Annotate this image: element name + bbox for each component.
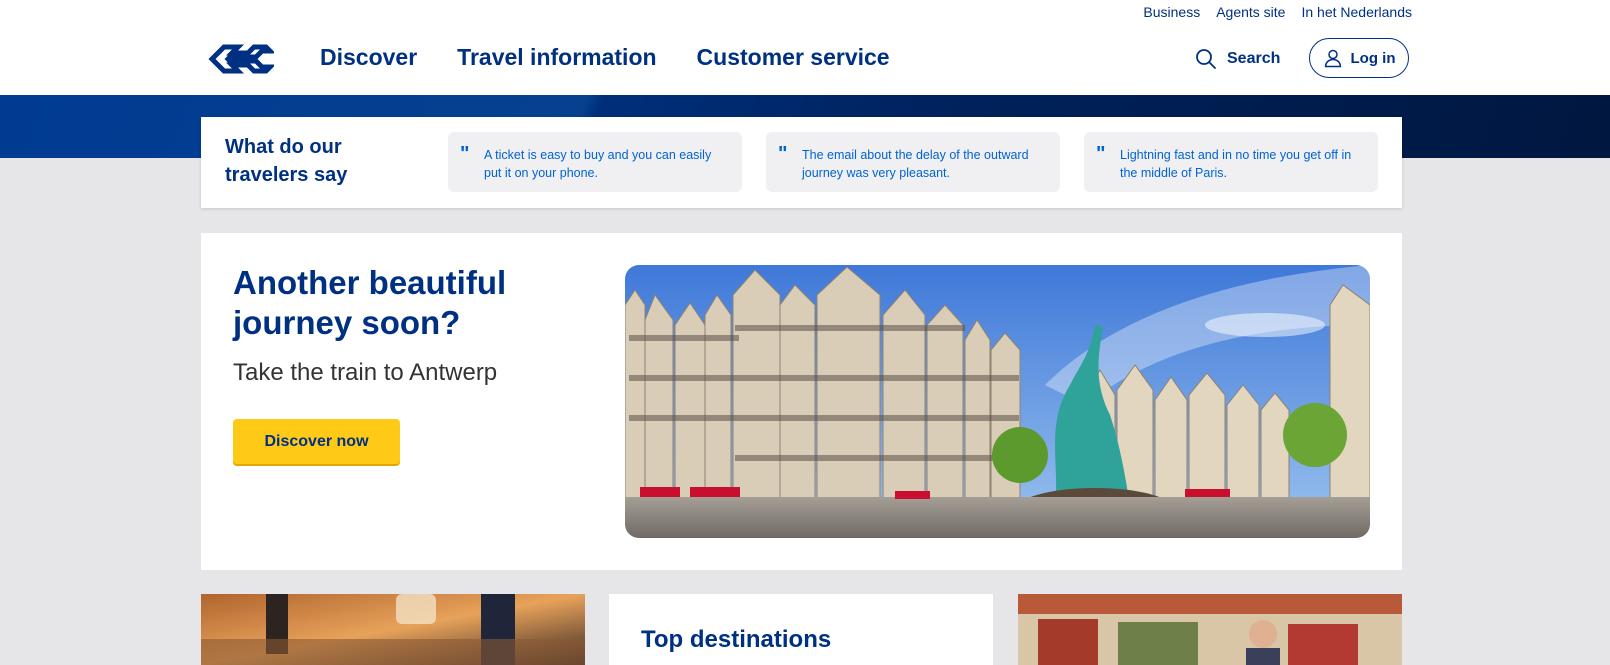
discover-now-button[interactable]: Discover now (233, 419, 400, 464)
review-text: A ticket is easy to buy and you can easi… (484, 148, 712, 180)
review-quote: " The email about the delay of the outwa… (766, 132, 1060, 192)
nav-discover[interactable]: Discover (320, 44, 417, 71)
review-text: Lightning fast and in no time you get of… (1120, 148, 1352, 180)
market-photo-tile[interactable] (1018, 594, 1402, 665)
quote-icon: " (778, 143, 788, 165)
market-photo (1018, 594, 1402, 665)
quote-icon: " (1096, 143, 1106, 165)
promo-card: Another beautiful journey soon? Take the… (201, 233, 1402, 570)
search-label: Search (1227, 50, 1281, 67)
site-header: Business Agents site In het Nederlands D… (0, 0, 1610, 95)
antwerp-photo (625, 265, 1370, 538)
main-navigation: Discover Travel information Customer ser… (320, 44, 890, 71)
top-links: Business Agents site In het Nederlands (1143, 4, 1412, 20)
business-link[interactable]: Business (1143, 4, 1200, 20)
agents-site-link[interactable]: Agents site (1216, 4, 1285, 20)
review-text: The email about the delay of the outward… (802, 148, 1029, 180)
reviews-title: What do our travelers say (225, 136, 348, 186)
promo-subtitle: Take the train to Antwerp (233, 359, 498, 386)
ns-logo[interactable] (208, 42, 274, 76)
top-destinations-tile[interactable]: Top destinations (609, 594, 993, 665)
login-button[interactable]: Log in (1309, 38, 1409, 78)
quote-icon: " (460, 143, 470, 165)
street-photo (201, 594, 585, 665)
review-quote: " A ticket is easy to buy and you can ea… (448, 132, 742, 192)
street-photo-tile[interactable] (201, 594, 585, 665)
login-label: Log in (1350, 49, 1396, 67)
dutch-language-link[interactable]: In het Nederlands (1301, 4, 1412, 20)
user-icon (1324, 49, 1341, 68)
search-icon (1196, 49, 1216, 69)
nav-travel-information[interactable]: Travel information (457, 44, 656, 71)
search-button[interactable]: Search (1195, 48, 1280, 70)
reviews-card: What do our travelers say " A ticket is … (201, 117, 1402, 208)
review-quote: " Lightning fast and in no time you get … (1084, 132, 1378, 192)
nav-customer-service[interactable]: Customer service (697, 44, 890, 71)
top-destinations-title: Top destinations (641, 626, 832, 653)
promo-title: Another beautiful journey soon? (233, 264, 507, 341)
